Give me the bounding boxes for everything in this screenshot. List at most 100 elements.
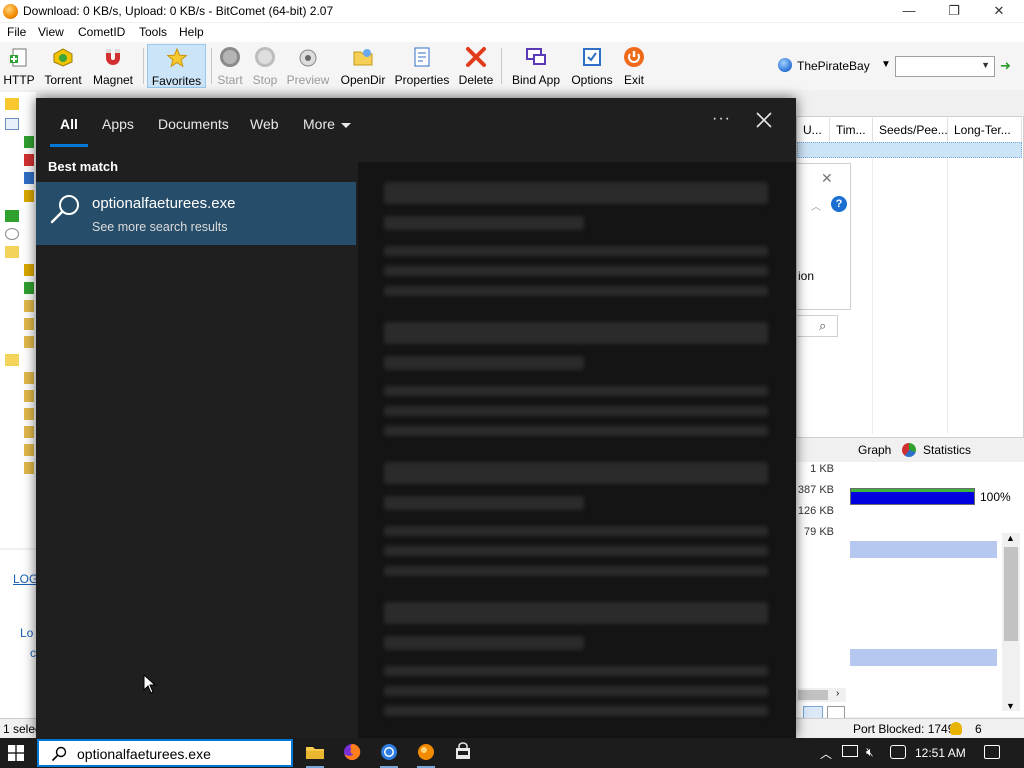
all-tasks-icon[interactable] bbox=[5, 118, 19, 130]
menu-help[interactable]: Help bbox=[179, 25, 204, 39]
bind-app-button[interactable]: Bind App bbox=[508, 44, 564, 88]
tab-web[interactable]: Web bbox=[250, 116, 279, 132]
language-icon[interactable] bbox=[890, 745, 906, 759]
search-icon bbox=[51, 746, 67, 762]
folder-icon[interactable] bbox=[5, 246, 19, 258]
more-options-icon[interactable]: ··· bbox=[712, 110, 731, 128]
power-icon bbox=[624, 47, 644, 67]
minimize-button[interactable]: — bbox=[886, 0, 932, 22]
start-button[interactable]: Start bbox=[214, 44, 246, 88]
dialog-search-box[interactable]: ⌕ bbox=[796, 315, 838, 337]
tab-documents[interactable]: Documents bbox=[158, 116, 229, 132]
tag-icon[interactable] bbox=[5, 210, 19, 222]
stop-button[interactable]: Stop bbox=[249, 44, 281, 88]
torrent-button[interactable]: Torrent bbox=[41, 44, 85, 88]
bell-icon bbox=[950, 722, 962, 735]
scroll-thumb[interactable] bbox=[1004, 547, 1018, 641]
windows-start-icon[interactable] bbox=[8, 745, 24, 761]
store-taskbar-button[interactable] bbox=[450, 742, 476, 764]
close-icon[interactable] bbox=[754, 110, 774, 130]
chrome-taskbar-button[interactable] bbox=[376, 742, 402, 768]
tab-all[interactable]: All bbox=[60, 116, 78, 132]
horizontal-scrollbar[interactable]: › bbox=[796, 688, 846, 702]
subfolder-icon[interactable] bbox=[24, 390, 34, 402]
search-combo[interactable]: ▼ bbox=[895, 56, 995, 77]
tab-apps[interactable]: Apps bbox=[102, 116, 134, 132]
best-match-result[interactable]: optionalfaeturees.exe See more search re… bbox=[36, 182, 356, 245]
downloading-icon[interactable] bbox=[24, 136, 34, 148]
seeding-icon[interactable] bbox=[24, 190, 34, 202]
column-header-seeds-peers[interactable]: Seeds/Pee... bbox=[873, 118, 948, 142]
subfolder-icon[interactable] bbox=[24, 300, 34, 312]
search-query-input[interactable] bbox=[77, 744, 277, 764]
subfolder-icon[interactable] bbox=[24, 264, 34, 276]
taskbar-search-box[interactable] bbox=[37, 739, 293, 767]
maximize-button[interactable]: ❐ bbox=[931, 0, 977, 22]
magnet-button[interactable]: Magnet bbox=[90, 44, 136, 88]
loading-placeholder bbox=[384, 182, 768, 204]
delete-x-icon bbox=[466, 47, 486, 67]
column-header-upload[interactable]: U... bbox=[797, 118, 830, 142]
selected-task-row[interactable] bbox=[797, 142, 1022, 158]
notification-center-icon[interactable] bbox=[984, 745, 1000, 759]
chevron-up-icon[interactable]: ︿ bbox=[811, 198, 821, 213]
favorites-icon[interactable] bbox=[5, 98, 19, 110]
menu-file[interactable]: File bbox=[7, 25, 26, 39]
firefox-taskbar-button[interactable] bbox=[339, 742, 365, 764]
scroll-right-icon[interactable]: › bbox=[836, 688, 839, 699]
options-button[interactable]: Options bbox=[568, 44, 616, 88]
http-label: HTTP bbox=[3, 73, 35, 87]
active-tab-indicator bbox=[50, 144, 88, 147]
subfolder-icon[interactable] bbox=[24, 282, 34, 294]
scroll-down-icon[interactable]: ▼ bbox=[1006, 701, 1015, 711]
log-link[interactable]: LOG bbox=[13, 572, 38, 586]
hscroll-thumb[interactable] bbox=[798, 690, 828, 700]
subfolder-icon[interactable] bbox=[24, 372, 34, 384]
queued-icon[interactable] bbox=[24, 172, 34, 184]
login-link[interactable]: Lo bbox=[20, 626, 33, 640]
options-label: Options bbox=[571, 73, 613, 87]
file-explorer-taskbar-button[interactable] bbox=[302, 742, 328, 768]
bitcomet-taskbar-button[interactable] bbox=[413, 742, 439, 768]
column-header-long-term[interactable]: Long-Ter... bbox=[948, 118, 1022, 142]
menu-tools[interactable]: Tools bbox=[139, 25, 167, 39]
menu-view[interactable]: View bbox=[38, 25, 64, 39]
chevron-up-icon[interactable]: ︿ bbox=[820, 745, 832, 762]
delete-button[interactable]: Delete bbox=[456, 44, 496, 88]
menu-bar: File View CometID Tools Help bbox=[0, 23, 1024, 42]
subfolder-icon[interactable] bbox=[24, 462, 34, 474]
favorites-button[interactable]: Favorites bbox=[147, 44, 206, 88]
help-icon[interactable]: ? bbox=[831, 196, 847, 212]
subfolder-icon[interactable] bbox=[24, 426, 34, 438]
detail-scrollbar[interactable]: ▲ ▼ bbox=[1002, 533, 1020, 711]
subfolder-icon[interactable] bbox=[24, 408, 34, 420]
properties-button[interactable]: Properties bbox=[392, 44, 452, 88]
subfolder-icon[interactable] bbox=[24, 444, 34, 456]
go-arrow-icon[interactable]: ➜ bbox=[1000, 58, 1016, 74]
history-icon[interactable] bbox=[5, 228, 19, 240]
http-button[interactable]: HTTP bbox=[2, 44, 36, 88]
preview-button[interactable]: Preview bbox=[285, 44, 331, 88]
tab-statistics[interactable]: Statistics bbox=[923, 443, 971, 457]
taskbar-clock[interactable]: 12:51 AM bbox=[915, 746, 966, 760]
completed-icon[interactable] bbox=[24, 154, 34, 166]
folder-icon[interactable] bbox=[5, 354, 19, 366]
menu-cometid[interactable]: CometID bbox=[78, 25, 125, 39]
star-icon bbox=[165, 47, 188, 68]
tab-graph[interactable]: Graph bbox=[858, 443, 891, 457]
loading-placeholder bbox=[384, 216, 584, 230]
close-button[interactable]: ✕ bbox=[976, 0, 1022, 22]
see-more-results-link[interactable]: See more search results bbox=[92, 220, 227, 234]
main-toolbar: HTTP Torrent Magnet Favorites Start Stop… bbox=[0, 42, 1024, 90]
subfolder-icon[interactable] bbox=[24, 318, 34, 330]
dialog-close-icon[interactable]: ✕ bbox=[821, 170, 833, 187]
volume-muted-icon[interactable]: 🔇︎ bbox=[866, 745, 874, 760]
status-port-blocked: Port Blocked: 17495 bbox=[853, 722, 962, 736]
subfolder-icon[interactable] bbox=[24, 336, 34, 348]
column-header-time[interactable]: Tim... bbox=[830, 118, 873, 142]
network-icon[interactable] bbox=[842, 745, 858, 757]
exit-button[interactable]: Exit bbox=[620, 44, 648, 88]
tab-more[interactable]: More bbox=[303, 116, 351, 132]
scroll-up-icon[interactable]: ▲ bbox=[1006, 533, 1015, 543]
opendir-button[interactable]: OpenDir bbox=[337, 44, 389, 88]
